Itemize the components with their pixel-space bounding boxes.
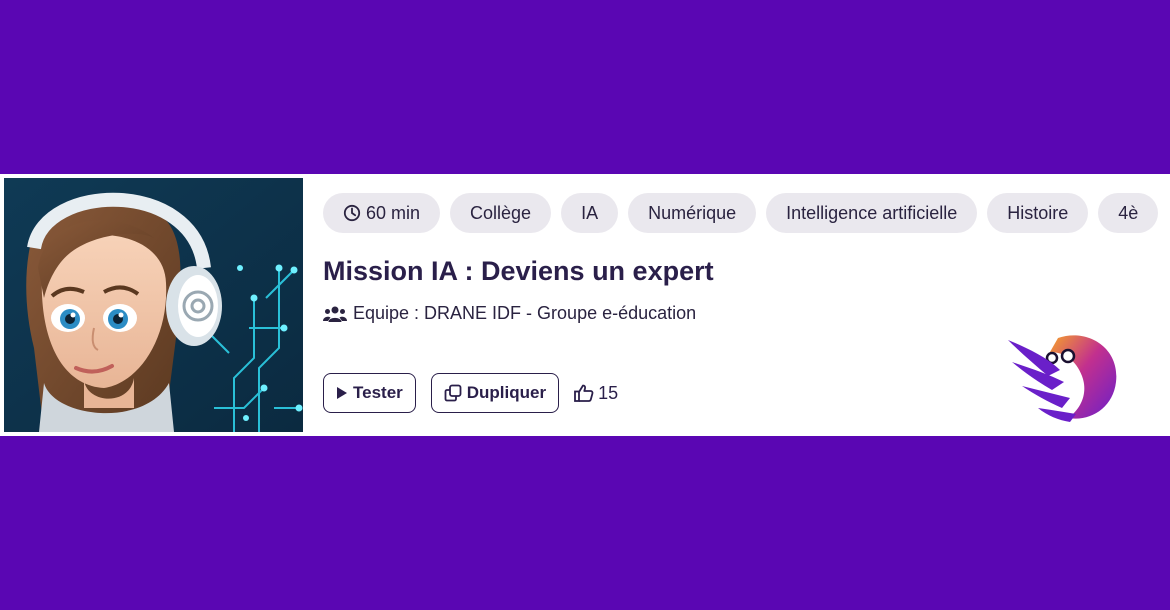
copy-icon <box>444 384 462 402</box>
test-button-label: Tester <box>353 383 403 402</box>
tag-level: Collège <box>450 193 552 233</box>
like-count: 15 <box>598 382 619 403</box>
tag-grade: 4è <box>1098 193 1159 233</box>
tag-numerique: Numérique <box>628 193 757 233</box>
tag-intelligence-artificielle: Intelligence artificielle <box>766 193 978 233</box>
tag-duration-label: 60 min <box>366 202 421 223</box>
users-icon <box>323 306 347 322</box>
duplicate-button[interactable]: Dupliquer <box>430 373 560 413</box>
clock-icon <box>343 204 361 222</box>
like-counter[interactable]: 15 <box>574 383 618 404</box>
duplicate-button-label: Dupliquer <box>466 383 547 402</box>
tag-ia: IA <box>561 193 619 233</box>
bird-logo <box>1008 335 1117 422</box>
activity-card: 60 min Collège IA Numérique Intelligence ar… <box>0 174 1170 436</box>
thumbs-up-icon <box>574 384 594 402</box>
activity-thumbnail <box>4 178 303 432</box>
team-label: Equipe : DRANE IDF - Groupe e-éducation <box>353 303 697 323</box>
test-button[interactable]: Tester <box>323 373 416 413</box>
activity-title[interactable]: Mission IA : Deviens un expert <box>323 256 714 287</box>
play-icon <box>337 387 347 399</box>
tag-histoire: Histoire <box>987 193 1089 233</box>
team-info: Equipe : DRANE IDF - Groupe e-éducation <box>323 303 696 324</box>
tag-list: 60 min Collège IA Numérique Intelligence ar… <box>323 193 1170 235</box>
action-bar: Tester Dupliquer 15 <box>323 373 618 413</box>
tag-duration: 60 min <box>323 193 441 233</box>
